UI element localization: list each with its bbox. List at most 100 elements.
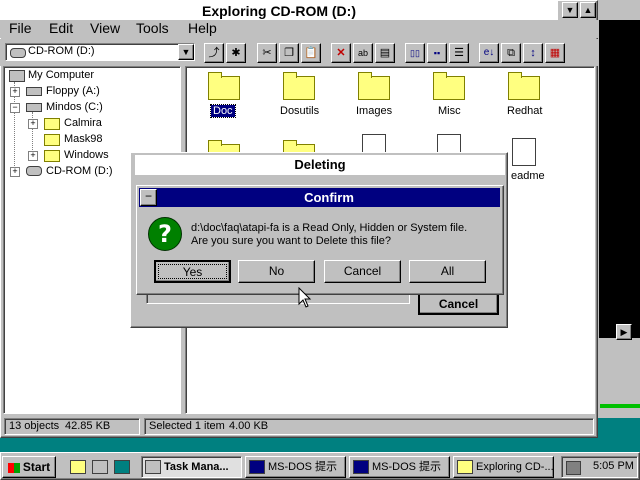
details-view-icon[interactable]: ☰	[449, 43, 469, 63]
task-label: Exploring CD-...	[476, 461, 554, 473]
file-label-redhat[interactable]: Redhat	[507, 105, 542, 117]
task-task-manager[interactable]: Task Mana...	[141, 456, 242, 478]
no-button[interactable]: No	[238, 260, 315, 283]
copy-icon[interactable]: ❐	[279, 43, 299, 63]
deleting-title: Deleting	[135, 155, 505, 175]
address-dropdown-button[interactable]: ▼	[178, 44, 194, 60]
msdos-icon	[249, 460, 265, 475]
expand-plus-icon[interactable]: +	[28, 151, 38, 161]
expand-plus-icon[interactable]: +	[10, 87, 20, 97]
maximize-button[interactable]: ▲	[580, 2, 596, 18]
explorer-icon	[457, 460, 473, 475]
scroll-right-button[interactable]: ▶	[616, 324, 632, 340]
file-label-images[interactable]: Images	[356, 105, 392, 117]
collapse-minus-icon[interactable]: −	[10, 103, 20, 113]
tree-item-mindos[interactable]: Mindos (C:)	[46, 100, 103, 114]
menu-file[interactable]: File	[9, 20, 32, 36]
menu-bar: File Edit View Tools Help	[0, 20, 598, 38]
confirm-message-line2: Are you sure you want to Delete this fil…	[191, 235, 391, 247]
menu-tools[interactable]: Tools	[136, 20, 169, 36]
status-selected: Selected 1 item	[149, 420, 225, 432]
file-label-dosutils[interactable]: Dosutils	[280, 105, 319, 117]
task-label: MS-DOS 提示	[268, 461, 338, 473]
sort-type-icon[interactable]: ⧉	[501, 43, 521, 63]
sort-date-icon[interactable]: ▦	[545, 43, 565, 63]
status-objects: 13 objects	[9, 420, 60, 432]
window-title: Exploring CD-ROM (D:)	[0, 0, 558, 20]
expand-plus-icon[interactable]: +	[28, 119, 38, 129]
background-console	[599, 20, 640, 338]
menu-view[interactable]: View	[90, 20, 120, 36]
task-label: Task Mana...	[164, 461, 229, 473]
menu-help[interactable]: Help	[188, 20, 217, 36]
task-exploring[interactable]: Exploring CD-...	[453, 456, 554, 478]
sort-name-icon[interactable]: e↓	[479, 43, 499, 63]
cdrom-icon	[10, 48, 26, 58]
hard-drive-icon	[26, 103, 42, 112]
document-icon[interactable]	[512, 138, 536, 166]
folder-icon[interactable]	[208, 72, 240, 100]
tray-icon[interactable]	[566, 461, 581, 475]
confirm-message-line1: d:\doc\faq\atapi-fa is a Read Only, Hidd…	[191, 222, 468, 234]
address-value: CD-ROM (D:)	[28, 45, 95, 57]
properties-icon[interactable]: ▤	[375, 43, 395, 63]
status-objects-panel: 13 objects 42.85 KB	[4, 418, 140, 435]
file-label-doc[interactable]: Doc	[210, 104, 236, 118]
windows-logo-icon	[7, 462, 20, 473]
sort-size-icon[interactable]: ↕	[523, 43, 543, 63]
tree-item-cdrom[interactable]: CD-ROM (D:)	[46, 164, 113, 178]
question-icon: ?	[148, 217, 182, 251]
tree-item-floppy[interactable]: Floppy (A:)	[46, 84, 100, 98]
address-combo[interactable]: CD-ROM (D:) ▼	[5, 43, 195, 61]
status-selected-size: 4.00 KB	[229, 420, 269, 432]
rename-icon[interactable]: ab	[353, 43, 373, 63]
quick-launch-desktop-icon[interactable]	[114, 460, 130, 474]
folder-icon[interactable]	[508, 72, 540, 100]
folder-icon	[44, 118, 60, 130]
cdrom-icon	[26, 166, 42, 176]
task-msdos-2[interactable]: MS-DOS 提示	[349, 456, 450, 478]
large-icons-view-icon[interactable]: ▯▯	[405, 43, 425, 63]
menu-edit[interactable]: Edit	[49, 20, 73, 36]
all-button[interactable]: All	[409, 260, 486, 283]
start-label: Start	[22, 460, 51, 474]
new-folder-icon[interactable]: ✱	[226, 43, 246, 63]
task-msdos-1[interactable]: MS-DOS 提示	[245, 456, 346, 478]
small-icons-view-icon[interactable]: ▪▪	[427, 43, 447, 63]
confirm-title: Confirm	[304, 190, 354, 205]
paste-icon[interactable]: 📋	[301, 43, 321, 63]
start-button[interactable]: Start	[2, 456, 56, 478]
minimize-button[interactable]: ▼	[562, 2, 578, 18]
folder-icon[interactable]	[283, 72, 315, 100]
quick-launch-find-icon[interactable]	[92, 460, 108, 474]
status-selected-panel: Selected 1 item 4.00 KB	[144, 418, 594, 435]
folder-icon	[44, 134, 60, 146]
folder-icon[interactable]	[433, 72, 465, 100]
msdos-icon	[353, 460, 369, 475]
file-label-readme[interactable]: eadme	[511, 170, 545, 182]
delete-icon[interactable]: ✕	[331, 43, 351, 63]
mouse-cursor-icon	[298, 287, 312, 308]
computer-icon	[9, 70, 25, 82]
task-label: MS-DOS 提示	[372, 461, 442, 473]
folder-icon[interactable]	[358, 72, 390, 100]
deleting-cancel-button[interactable]: Cancel	[418, 292, 499, 315]
tree-item-calmira[interactable]: Calmira	[64, 116, 102, 130]
folder-icon	[44, 150, 60, 162]
floppy-drive-icon	[26, 87, 42, 96]
clock[interactable]: 5:05 PM	[593, 460, 634, 472]
quick-launch-explorer-icon[interactable]	[70, 460, 86, 474]
cut-icon[interactable]: ✂	[257, 43, 277, 63]
status-size: 42.85 KB	[65, 420, 111, 432]
cancel-button[interactable]: Cancel	[324, 260, 401, 283]
expand-plus-icon[interactable]: +	[10, 167, 20, 177]
system-menu-button[interactable]: −	[140, 189, 157, 206]
system-tray: 5:05 PM	[561, 456, 638, 478]
tree-item-my-computer[interactable]: My Computer	[28, 68, 94, 82]
tree-item-mask98[interactable]: Mask98	[64, 132, 103, 146]
tree-item-windows[interactable]: Windows	[64, 148, 109, 162]
up-folder-icon[interactable]: ⤴	[204, 43, 224, 63]
green-line	[600, 404, 640, 408]
yes-button[interactable]: Yes	[154, 260, 231, 283]
file-label-misc[interactable]: Misc	[438, 105, 461, 117]
